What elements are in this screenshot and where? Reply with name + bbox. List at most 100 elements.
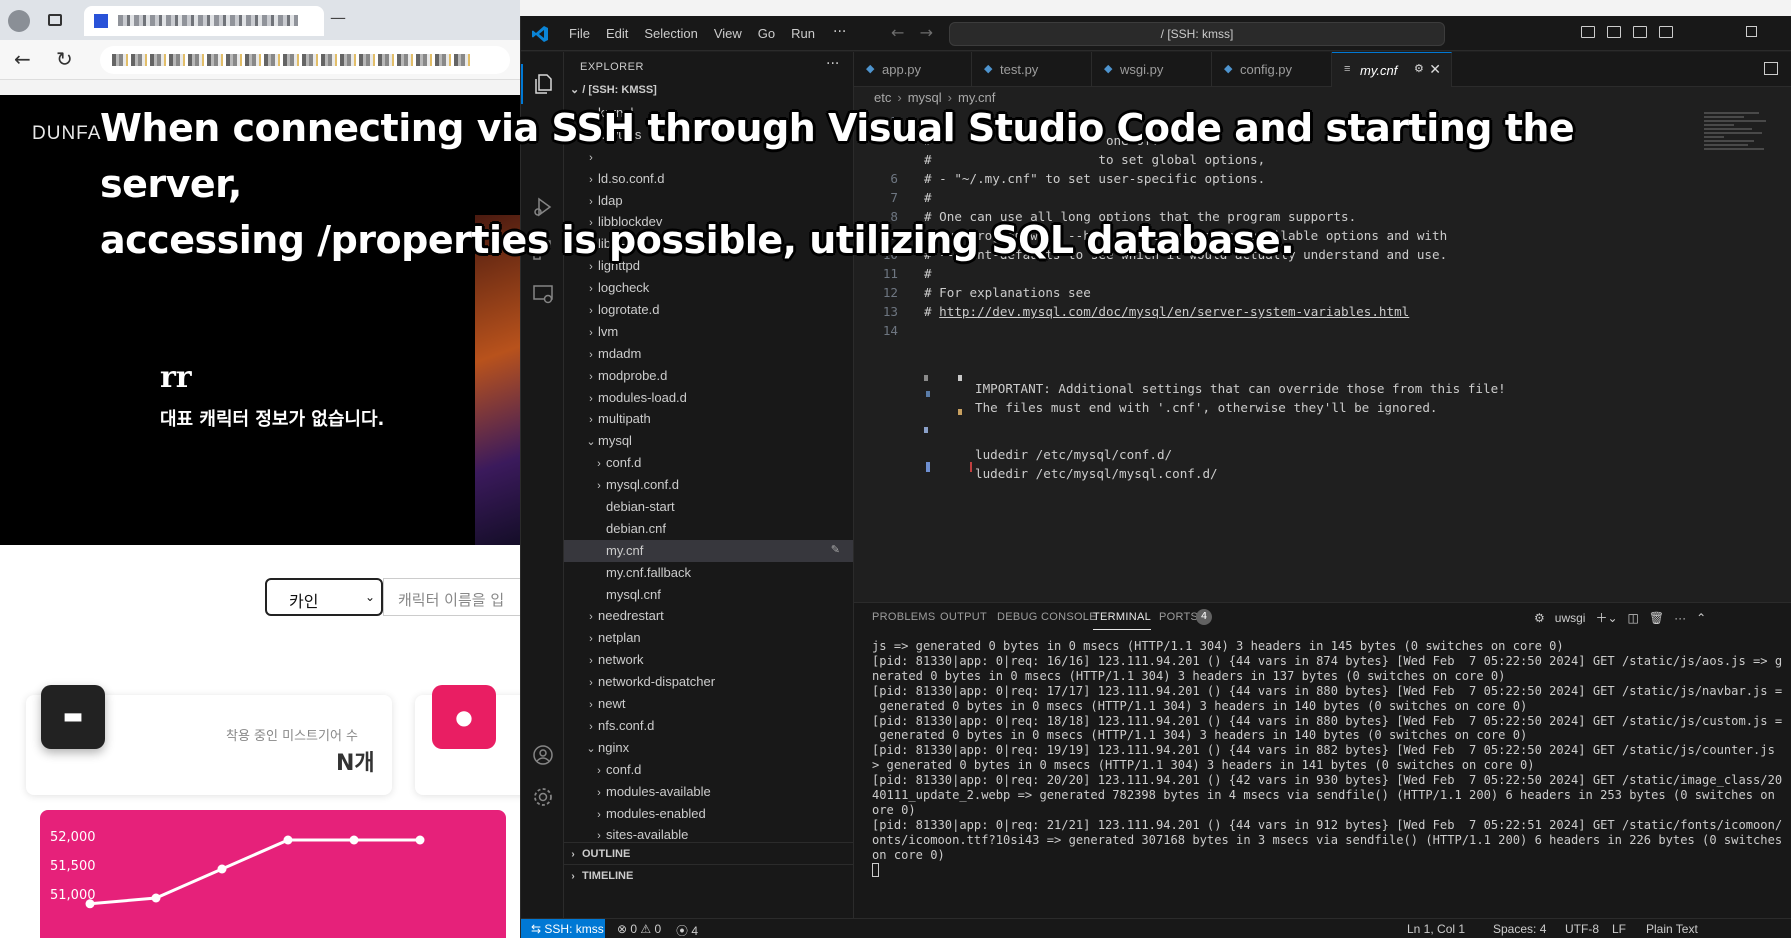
terminal-name[interactable]: uwsgi bbox=[1555, 611, 1586, 625]
tree-folder[interactable]: › netplan bbox=[564, 627, 853, 649]
menu-selection[interactable]: Selection bbox=[636, 16, 705, 51]
tree-folder[interactable]: › needrestart bbox=[564, 605, 853, 627]
kill-terminal-icon[interactable]: 🗑 bbox=[1649, 611, 1664, 625]
tab-problems[interactable]: PROBLEMS bbox=[872, 611, 936, 623]
tree-file[interactable]: mysql.cnf bbox=[564, 584, 853, 606]
menu-view[interactable]: View bbox=[706, 16, 750, 51]
tree-file[interactable]: my.cnf ✎ bbox=[564, 539, 853, 562]
address-bar[interactable] bbox=[100, 46, 510, 74]
tree-file[interactable]: my.cnf.fallback bbox=[564, 562, 853, 584]
chart-point[interactable] bbox=[283, 835, 293, 845]
browser-tab[interactable] bbox=[84, 6, 324, 36]
close-tab-icon[interactable]: — bbox=[330, 8, 346, 27]
code-text: The files must end with '.cnf', otherwis… bbox=[975, 400, 1438, 415]
tree-folder[interactable]: › newt bbox=[564, 693, 853, 715]
profile-avatar[interactable] bbox=[8, 10, 30, 32]
code-line: 13 # http://dev.mysql.com/doc/mysql/en/se… bbox=[854, 302, 1684, 321]
chart-point[interactable] bbox=[217, 864, 227, 874]
edit-icon[interactable]: ✎ bbox=[831, 540, 840, 562]
panel-more-icon[interactable]: ··· bbox=[1674, 611, 1686, 625]
remote-indicator[interactable]: ⇆ SSH: kmss bbox=[521, 919, 605, 938]
tree-folder[interactable]: › logcheck bbox=[564, 277, 853, 299]
tab-wsgi-py[interactable]: ◆ wsgi.py bbox=[1092, 52, 1212, 87]
tab-test-py[interactable]: ◆ test.py bbox=[972, 52, 1092, 87]
tree-folder[interactable]: › lvm bbox=[564, 321, 853, 343]
language-mode[interactable]: Plain Text bbox=[1646, 922, 1698, 936]
menu-file[interactable]: File bbox=[561, 16, 598, 51]
account-icon[interactable] bbox=[521, 735, 564, 775]
menu-go[interactable]: Go bbox=[750, 16, 783, 51]
toggle-sidebar-icon[interactable] bbox=[1581, 26, 1595, 38]
encoding[interactable]: UTF-8 bbox=[1565, 922, 1599, 936]
tab-output[interactable]: OUTPUT bbox=[940, 611, 987, 623]
ports-status[interactable]: ⦿ 4 bbox=[676, 922, 698, 938]
chevron-down-icon: ⌄ bbox=[586, 436, 596, 449]
site-brand[interactable]: DUNFA bbox=[32, 123, 101, 145]
tree-folder[interactable]: › modules-load.d bbox=[564, 387, 853, 409]
terminal-output[interactable]: js => generated 0 bytes in 0 msecs (HTTP… bbox=[872, 639, 1782, 879]
toggle-secondary-sidebar-icon[interactable] bbox=[1633, 26, 1647, 38]
tree-folder[interactable]: › modules-available bbox=[564, 781, 853, 803]
tree-folder[interactable]: › logrotate.d bbox=[564, 299, 853, 321]
close-tab-icon[interactable]: ✕ bbox=[1429, 61, 1441, 78]
tree-folder[interactable]: › mdadm bbox=[564, 343, 853, 365]
reload-icon[interactable]: ↻ bbox=[56, 47, 73, 71]
chart-point[interactable] bbox=[415, 835, 425, 845]
indentation[interactable]: Spaces: 4 bbox=[1493, 922, 1546, 936]
maximize-panel-icon[interactable]: ⌃ bbox=[1696, 611, 1706, 625]
chevron-right-icon: › bbox=[589, 348, 593, 361]
terminal-line: generated 0 bytes in 0 msecs (HTTP/1.1 3… bbox=[872, 698, 1528, 713]
minimap[interactable] bbox=[1704, 112, 1774, 162]
tree-folder[interactable]: › conf.d bbox=[564, 452, 853, 474]
menu-run[interactable]: Run bbox=[783, 16, 823, 51]
tab-actions-icon[interactable] bbox=[48, 14, 62, 26]
tab-my-cnf[interactable]: ≡ my.cnf ⚙ ✕ bbox=[1332, 52, 1452, 87]
chart-point[interactable] bbox=[349, 835, 359, 845]
tab-app-py[interactable]: ◆ app.py bbox=[854, 52, 972, 87]
settings-gear-icon[interactable] bbox=[521, 777, 564, 817]
tab-debug-console[interactable]: DEBUG CONSOLE bbox=[997, 611, 1097, 623]
tree-folder[interactable]: ⌄ nginx bbox=[564, 737, 853, 759]
go-forward-icon[interactable]: → bbox=[920, 23, 933, 42]
chart-point[interactable] bbox=[151, 893, 161, 903]
chart-point[interactable] bbox=[85, 899, 95, 909]
tree-folder[interactable]: › networkd-dispatcher bbox=[564, 671, 853, 693]
tree-file[interactable]: debian-start bbox=[564, 496, 853, 518]
tree-folder[interactable]: › nfs.conf.d bbox=[564, 715, 853, 737]
timeline-section[interactable]: › TIMELINE bbox=[564, 864, 853, 886]
doc-link[interactable]: http://dev.mysql.com/doc/mysql/en/server… bbox=[939, 304, 1409, 319]
toggle-panel-icon[interactable] bbox=[1607, 26, 1621, 38]
tree-folder[interactable]: › multipath bbox=[564, 408, 853, 430]
cursor-position[interactable]: Ln 1, Col 1 bbox=[1407, 922, 1465, 936]
tree-folder[interactable]: ⌄ mysql bbox=[564, 430, 853, 452]
tree-folder[interactable]: › modprobe.d bbox=[564, 365, 853, 387]
new-terminal-icon[interactable]: ＋⌄ bbox=[1595, 609, 1617, 626]
tab-ports[interactable]: PORTS bbox=[1159, 611, 1198, 623]
remote-explorer-icon[interactable] bbox=[521, 274, 564, 314]
split-editor-icon[interactable] bbox=[1764, 62, 1778, 75]
tree-folder[interactable]: › modules-enabled bbox=[564, 803, 853, 825]
menu-edit[interactable]: Edit bbox=[598, 16, 636, 51]
back-arrow-icon[interactable]: ← bbox=[14, 47, 31, 71]
explorer-more-icon[interactable]: ··· bbox=[826, 56, 839, 72]
tab-label: my.cnf bbox=[1360, 63, 1398, 78]
explorer-root[interactable]: ⌄ / [SSH: KMSS] bbox=[570, 83, 657, 96]
tree-folder[interactable]: › mysql.conf.d bbox=[564, 474, 853, 496]
go-back-icon[interactable]: ← bbox=[891, 23, 904, 42]
character-search-input[interactable]: 캐릭터 이름을 입 bbox=[383, 578, 533, 616]
tab-terminal[interactable]: TERMINAL bbox=[1093, 611, 1152, 630]
tree-folder[interactable]: › conf.d bbox=[564, 759, 853, 781]
outline-section[interactable]: › OUTLINE bbox=[564, 842, 853, 864]
tree-folder[interactable]: › network bbox=[564, 649, 853, 671]
customize-layout-icon[interactable] bbox=[1659, 26, 1673, 38]
server-select[interactable]: 카인 ⌄ bbox=[265, 578, 383, 616]
explorer-icon[interactable] bbox=[521, 64, 564, 104]
problems-status[interactable]: ⊗ 0 ⚠ 0 bbox=[617, 922, 661, 936]
tab-config-py[interactable]: ◆ config.py bbox=[1212, 52, 1332, 87]
line-ending[interactable]: LF bbox=[1612, 922, 1626, 936]
command-center[interactable]: / [SSH: kmss] bbox=[949, 22, 1445, 46]
maximize-icon[interactable] bbox=[1746, 26, 1757, 37]
split-terminal-icon[interactable]: ◫ bbox=[1628, 611, 1639, 625]
menu-more[interactable]: ··· bbox=[823, 16, 856, 51]
tree-file[interactable]: debian.cnf bbox=[564, 518, 853, 540]
